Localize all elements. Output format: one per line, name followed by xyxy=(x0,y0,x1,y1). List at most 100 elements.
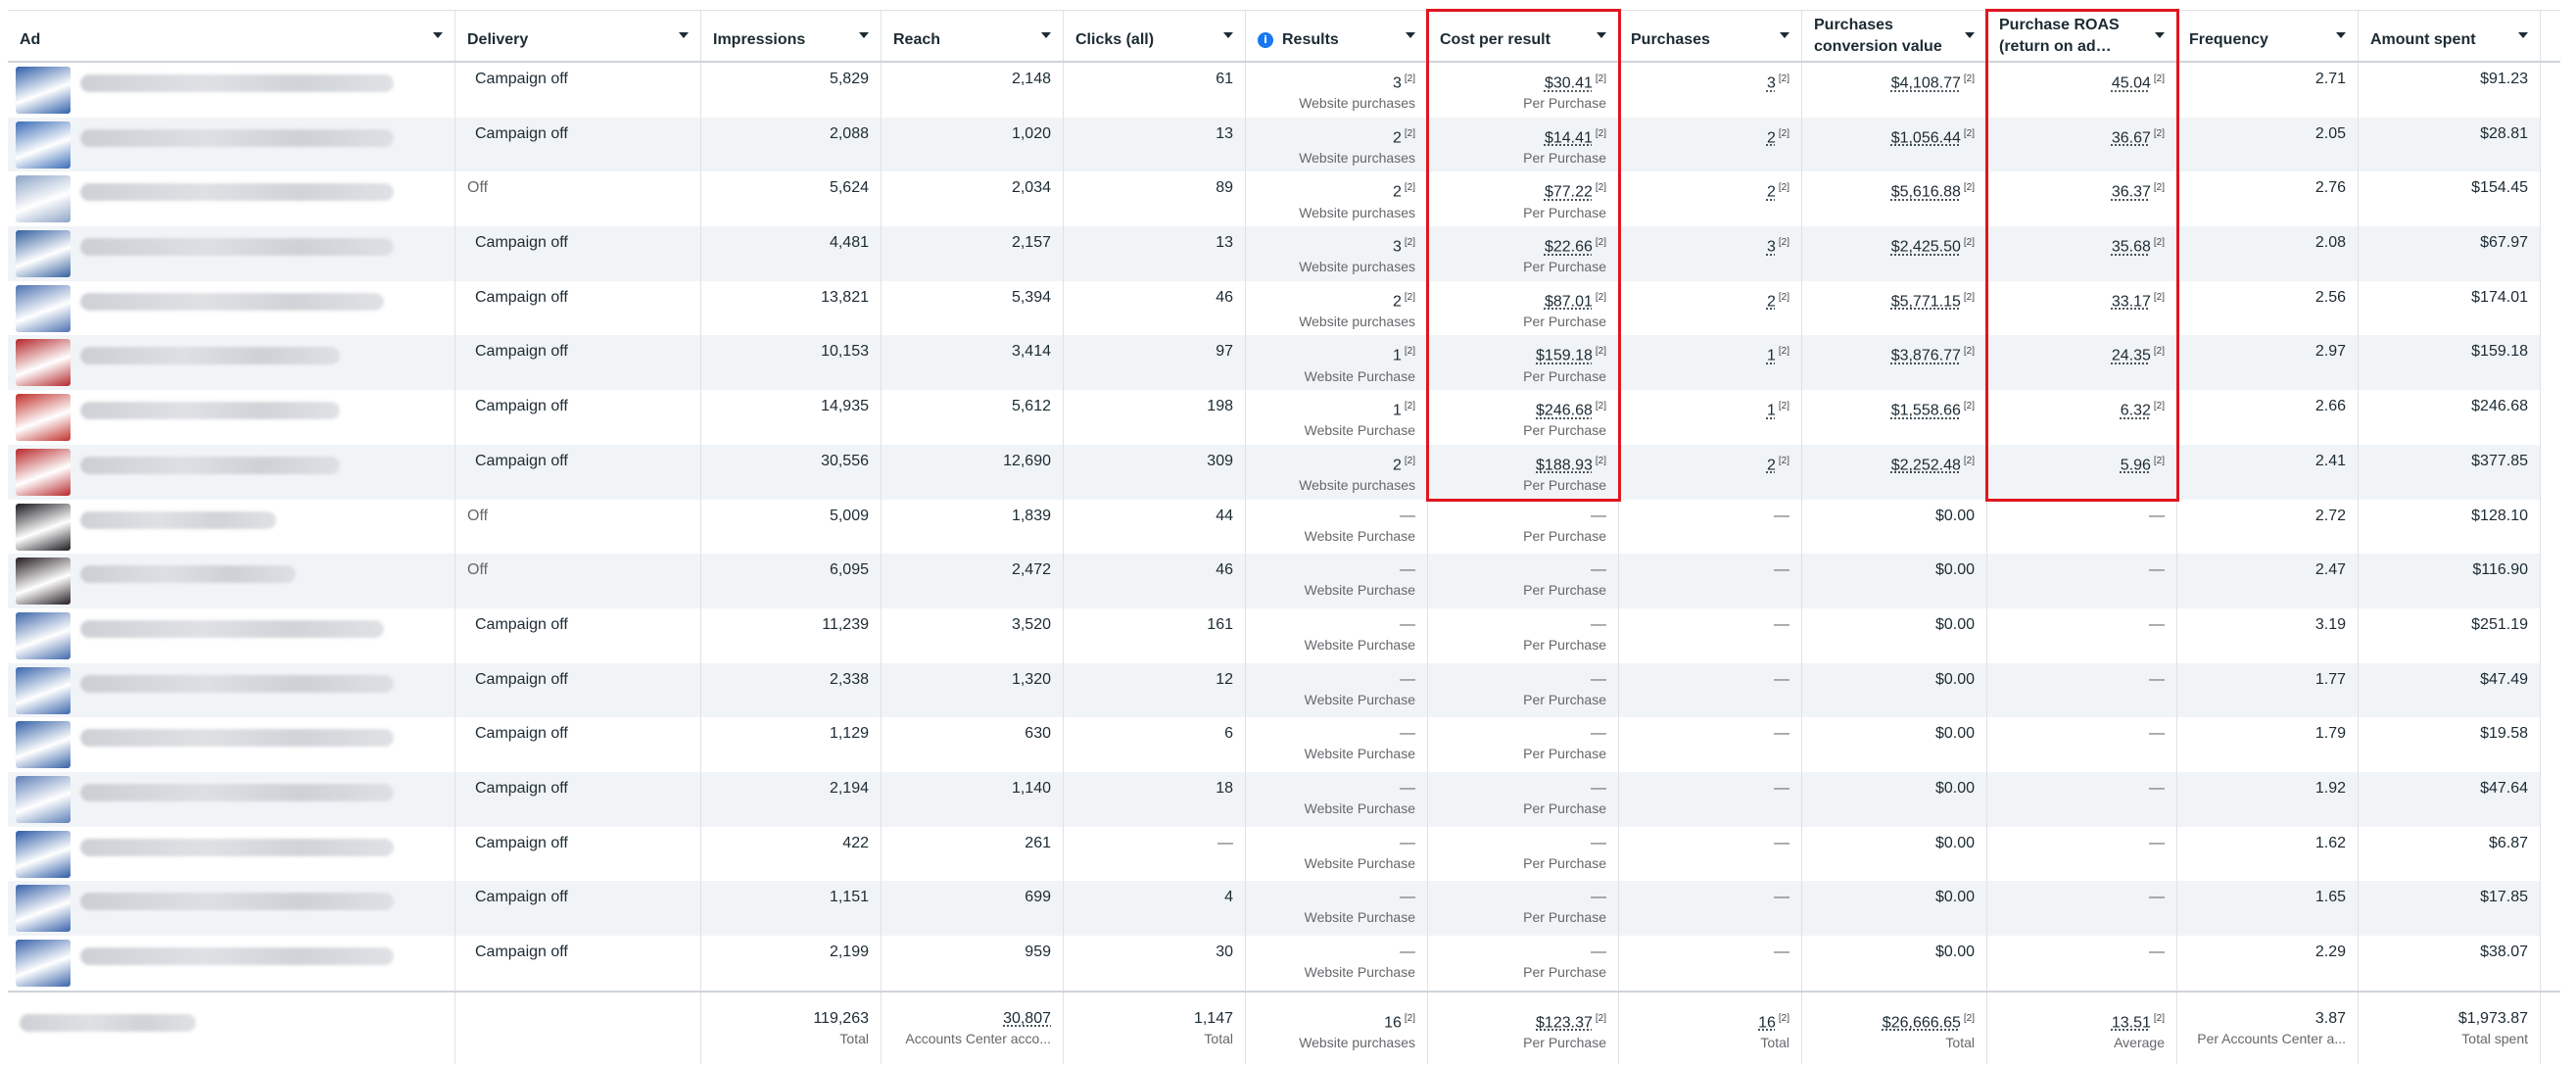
ad-thumbnail[interactable] xyxy=(16,830,71,878)
redacted-ad-name[interactable] xyxy=(80,402,340,420)
ad-cell[interactable] xyxy=(8,936,455,991)
table-row[interactable]: Campaign off 1,129 630 6 — Website Purchase — P… xyxy=(8,717,2560,772)
ad-thumbnail[interactable] xyxy=(16,448,71,496)
ad-thumbnail[interactable] xyxy=(16,394,71,442)
column-header-clicks[interactable]: Clicks (all) xyxy=(1064,11,1246,61)
ad-thumbnail[interactable] xyxy=(16,885,71,933)
table-row[interactable]: Campaign off 2,338 1,320 12 — Website Purchas… xyxy=(8,662,2560,718)
table-row[interactable]: Campaign off 422 261 — — Website Purchase — Per… xyxy=(8,826,2560,882)
redacted-ad-name[interactable] xyxy=(80,347,340,365)
ad-cell[interactable] xyxy=(8,226,455,281)
column-header-amount-spent[interactable]: Amount spent xyxy=(2359,11,2541,61)
ad-thumbnail[interactable] xyxy=(16,940,71,987)
table-row[interactable]: Off 5,009 1,839 44 — Website Purchase — Per Pur… xyxy=(8,499,2560,555)
table-row[interactable]: Campaign off 1,151 699 4 — Website Purchase — P… xyxy=(8,881,2560,936)
ad-cell[interactable] xyxy=(8,662,455,718)
chevron-down-icon[interactable] xyxy=(1223,32,1233,38)
column-header-results[interactable]: i Results xyxy=(1246,11,1428,61)
table-row[interactable]: Campaign off 4,481 2,157 13 3 [2] Website purc… xyxy=(8,226,2560,281)
chevron-down-icon[interactable] xyxy=(2518,32,2528,38)
table-row[interactable]: Campaign off 10,153 3,414 97 1 [2] Website Pur… xyxy=(8,335,2560,391)
clicks-cell: 61 xyxy=(1064,63,1246,118)
ad-cell[interactable] xyxy=(8,444,455,500)
info-icon[interactable]: i xyxy=(1258,31,1273,48)
ad-thumbnail[interactable] xyxy=(16,121,71,169)
ad-thumbnail[interactable] xyxy=(16,284,71,332)
chevron-down-icon[interactable] xyxy=(1597,32,1606,38)
table-row[interactable]: Campaign off 30,556 12,690 309 2 [2] Website p… xyxy=(8,444,2560,500)
redacted-ad-name[interactable] xyxy=(80,292,384,311)
table-row[interactable]: Campaign off 11,239 3,520 161 — Website Purch… xyxy=(8,607,2560,663)
redacted-ad-name[interactable] xyxy=(80,128,394,147)
redacted-ad-name[interactable] xyxy=(80,893,394,911)
chevron-down-icon[interactable] xyxy=(2155,32,2165,38)
table-row[interactable]: Off 6,095 2,472 46 — Website Purchase — Per Pur… xyxy=(8,554,2560,608)
ad-thumbnail[interactable] xyxy=(16,775,71,823)
redacted-ad-name[interactable] xyxy=(80,729,394,748)
footnote-marker: [2] xyxy=(2153,182,2165,194)
redacted-ad-name[interactable] xyxy=(80,674,394,693)
ad-thumbnail[interactable] xyxy=(16,175,71,223)
chevron-down-icon[interactable] xyxy=(1041,32,1051,38)
ad-thumbnail[interactable] xyxy=(16,503,71,551)
cell-value: $2,425.50 xyxy=(1890,238,1961,256)
chevron-down-icon[interactable] xyxy=(1780,32,1789,38)
redacted-ad-name[interactable] xyxy=(80,456,340,474)
chevron-down-icon[interactable] xyxy=(433,32,443,38)
column-header-frequency[interactable]: Frequency xyxy=(2177,11,2359,61)
redacted-ad-name[interactable] xyxy=(80,510,276,529)
chevron-down-icon[interactable] xyxy=(679,32,689,38)
column-header-impressions[interactable]: Impressions xyxy=(701,11,882,61)
ad-cell[interactable] xyxy=(8,335,455,391)
ad-cell[interactable] xyxy=(8,881,455,936)
redacted-ad-name[interactable] xyxy=(80,619,384,638)
redacted-ad-name[interactable] xyxy=(80,183,394,202)
ad-thumbnail[interactable] xyxy=(16,611,71,659)
redacted-ad-name[interactable] xyxy=(80,838,394,856)
ad-cell[interactable] xyxy=(8,117,455,172)
chevron-down-icon[interactable] xyxy=(1965,32,1975,38)
column-header-purchases[interactable]: Purchases xyxy=(1619,11,1802,61)
ad-cell[interactable] xyxy=(8,171,455,227)
ad-cell[interactable] xyxy=(8,280,455,336)
cell-sublabel: Website Purchase xyxy=(1304,422,1415,439)
column-header-ad[interactable]: Ad xyxy=(8,11,455,61)
chevron-down-icon[interactable] xyxy=(859,32,869,38)
ad-cell[interactable] xyxy=(8,717,455,772)
ad-thumbnail[interactable] xyxy=(16,230,71,278)
table-row[interactable]: Campaign off 2,088 1,020 13 2 [2] Website purc… xyxy=(8,117,2560,172)
column-header-cost-per-result[interactable]: Cost per result xyxy=(1428,11,1619,61)
redacted-ad-name[interactable] xyxy=(80,74,394,92)
column-header-delivery[interactable]: Delivery xyxy=(455,11,701,61)
ad-cell[interactable] xyxy=(8,63,455,118)
cell-value: $0.00 xyxy=(1934,725,1975,743)
ad-thumbnail[interactable] xyxy=(16,666,71,714)
ad-cell[interactable] xyxy=(8,607,455,663)
column-header-reach[interactable]: Reach xyxy=(882,11,1064,61)
redacted-ad-name[interactable] xyxy=(80,947,394,965)
ad-cell[interactable] xyxy=(8,499,455,555)
redacted-ad-name[interactable] xyxy=(80,783,394,801)
column-header-conversion-value[interactable]: Purchases conversion value xyxy=(1802,11,1987,61)
ad-thumbnail[interactable] xyxy=(16,721,71,769)
ad-cell[interactable] xyxy=(8,390,455,445)
cost-per-result-cell: — Per Purchase xyxy=(1428,607,1619,663)
ad-cell[interactable] xyxy=(8,554,455,608)
ad-cell[interactable] xyxy=(8,771,455,827)
ad-thumbnail[interactable] xyxy=(16,557,71,606)
table-row[interactable]: Off 5,624 2,034 89 2 [2] Website purchases $77.… xyxy=(8,171,2560,227)
ad-thumbnail[interactable] xyxy=(16,339,71,387)
cell-value: 699 xyxy=(1025,889,1051,906)
column-header-purchase-roas[interactable]: Purchase ROAS (return on ad… xyxy=(1987,11,2177,61)
redacted-ad-name[interactable] xyxy=(80,238,394,257)
redacted-ad-name[interactable] xyxy=(80,565,296,584)
chevron-down-icon[interactable] xyxy=(1406,32,1415,38)
ad-thumbnail[interactable] xyxy=(16,67,71,114)
ad-cell[interactable] xyxy=(8,826,455,882)
table-row[interactable]: Campaign off 2,199 959 30— Website Purchase —… xyxy=(8,936,2560,991)
table-row[interactable]: Campaign off 13,821 5,394 46 2 [2] Website pur… xyxy=(8,280,2560,336)
table-row[interactable]: Campaign off 5,829 2,148 61 3 [2] Website purc… xyxy=(8,63,2560,118)
table-row[interactable]: Campaign off 14,935 5,612 198 1 [2] Website Pu… xyxy=(8,390,2560,445)
table-row[interactable]: Campaign off 2,194 1,140 18 — Website Purchas… xyxy=(8,771,2560,827)
chevron-down-icon[interactable] xyxy=(2336,32,2346,38)
